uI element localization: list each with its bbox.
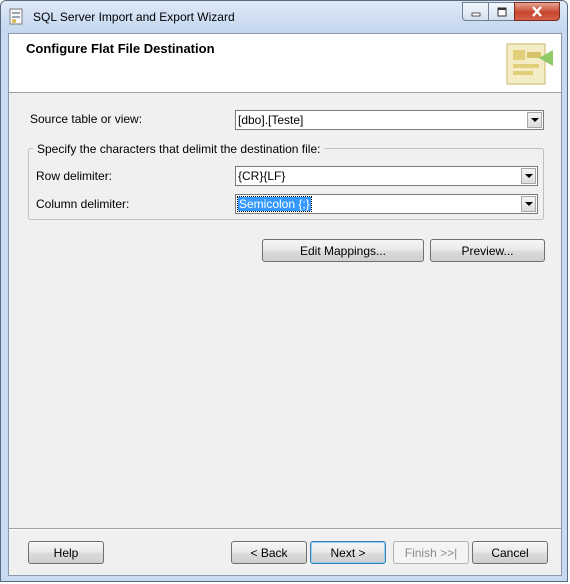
edit-mappings-button[interactable]: Edit Mappings... — [262, 239, 424, 262]
flat-file-wizard-icon — [506, 43, 553, 85]
back-button[interactable]: < Back — [231, 541, 307, 564]
chevron-down-icon[interactable] — [527, 112, 542, 128]
source-table-dropdown[interactable]: [dbo].[Teste] — [235, 110, 544, 130]
help-button[interactable]: Help — [28, 541, 104, 564]
title-bar[interactable]: SQL Server Import and Export Wizard — [1, 1, 567, 33]
minimize-icon — [471, 12, 480, 16]
footer-separator — [9, 528, 561, 530]
source-table-label: Source table or view: — [30, 112, 143, 126]
close-icon — [532, 6, 542, 17]
wizard-window: SQL Server Import and Export Wizard Conf… — [0, 0, 568, 582]
chevron-down-icon[interactable] — [521, 168, 536, 184]
window-title: SQL Server Import and Export Wizard — [33, 10, 235, 24]
row-delimiter-label: Row delimiter: — [36, 169, 113, 183]
maximize-button[interactable] — [488, 2, 515, 21]
row-delimiter-dropdown[interactable]: {CR}{LF} — [235, 166, 538, 186]
source-table-value: [dbo].[Teste] — [238, 113, 304, 127]
minimize-button[interactable] — [462, 2, 489, 21]
close-button[interactable] — [514, 2, 560, 21]
column-delimiter-dropdown[interactable]: Semicolon {;} — [235, 194, 538, 214]
maximize-icon — [497, 7, 506, 16]
next-button[interactable]: Next > — [310, 541, 386, 564]
row-delimiter-value: {CR}{LF} — [238, 169, 286, 183]
wizard-page: Configure Flat File Destination Source t… — [8, 33, 562, 576]
column-delimiter-label: Column delimiter: — [36, 197, 130, 211]
delimiter-group-legend: Specify the characters that delimit the … — [33, 142, 325, 156]
wizard-app-icon — [9, 8, 23, 25]
column-delimiter-value: Semicolon {;} — [237, 196, 312, 212]
page-title: Configure Flat File Destination — [26, 41, 215, 56]
cancel-button[interactable]: Cancel — [472, 541, 548, 564]
chevron-down-icon[interactable] — [521, 196, 536, 212]
preview-button[interactable]: Preview... — [430, 239, 545, 262]
page-header: Configure Flat File Destination — [9, 34, 561, 93]
finish-button[interactable]: Finish >>| — [393, 541, 469, 564]
